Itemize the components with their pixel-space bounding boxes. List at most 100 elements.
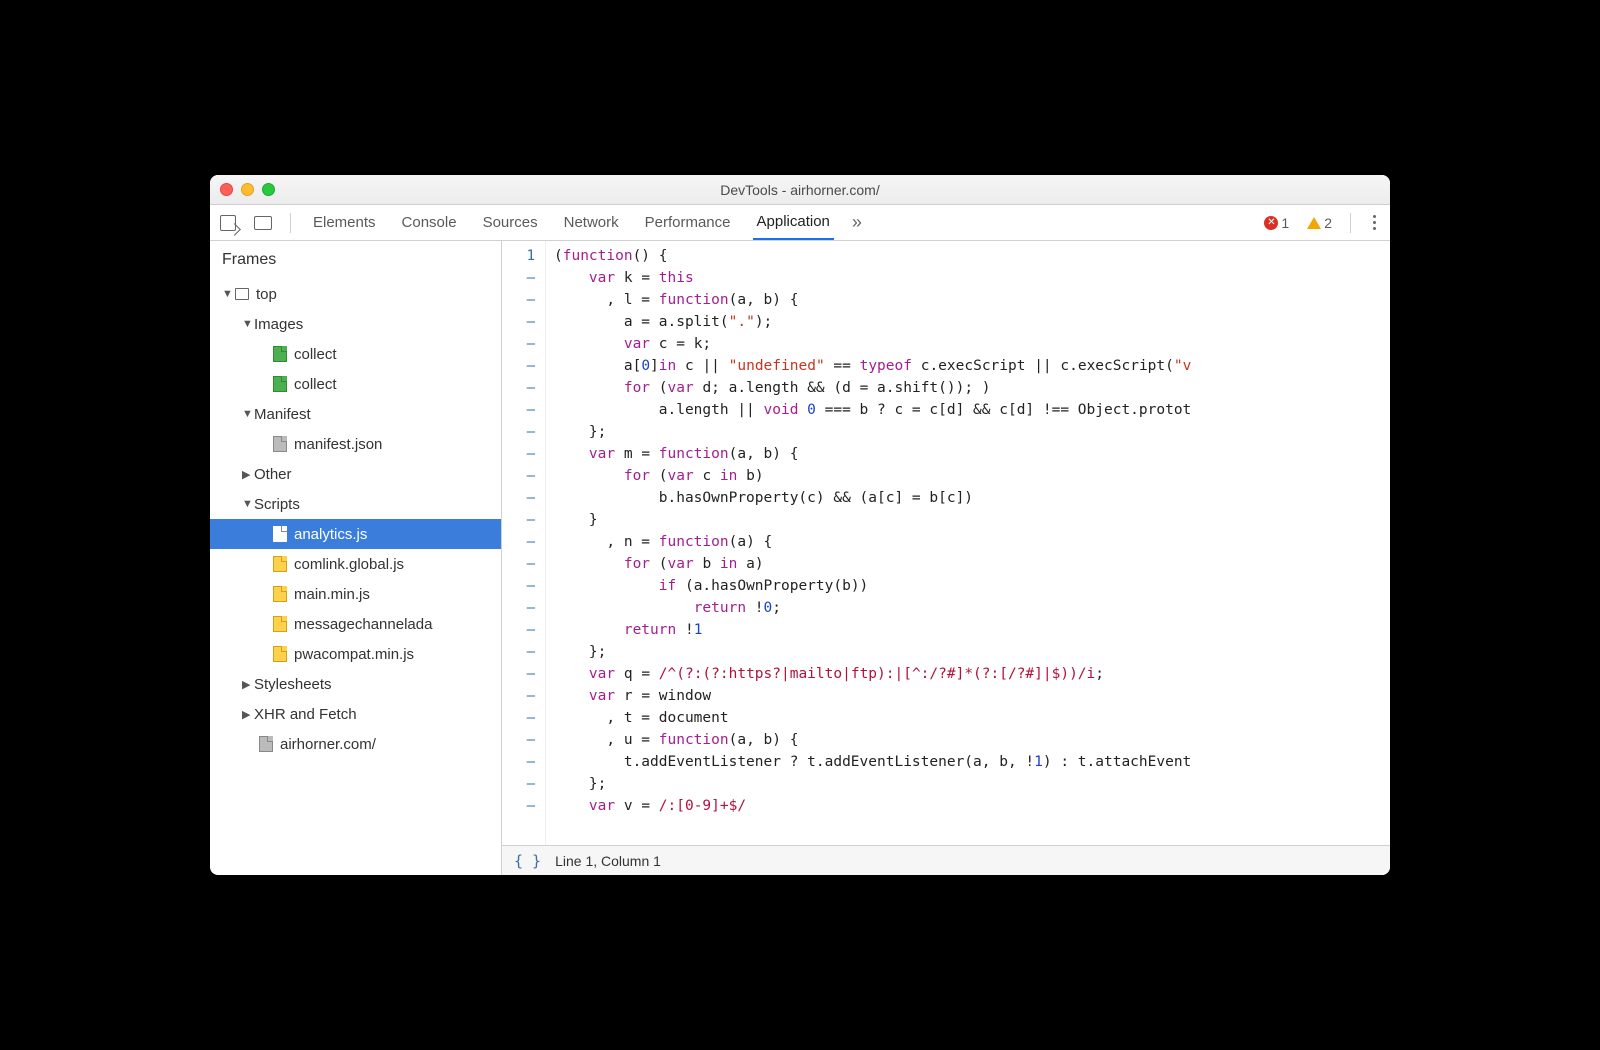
- tree-label: analytics.js: [294, 526, 367, 543]
- fold-indicator[interactable]: –: [502, 465, 541, 487]
- expand-icon: ▼: [242, 408, 252, 420]
- error-count-value: 1: [1281, 215, 1289, 231]
- inspect-element-icon[interactable]: [220, 215, 236, 231]
- toolbar-divider: [290, 213, 291, 233]
- warning-icon: [1307, 217, 1321, 229]
- js-file-icon: [273, 556, 287, 572]
- fold-indicator[interactable]: –: [502, 377, 541, 399]
- tree-file-main-min[interactable]: main.min.js: [210, 579, 501, 609]
- cursor-position: Line 1, Column 1: [555, 853, 661, 869]
- tree-file-messagechannel[interactable]: messagechannelada: [210, 609, 501, 639]
- pretty-print-button[interactable]: { }: [514, 852, 541, 870]
- tree-label: pwacompat.min.js: [294, 646, 414, 663]
- tree-label: Manifest: [254, 406, 311, 423]
- collapse-icon: ▶: [242, 678, 252, 691]
- image-file-icon: [273, 346, 287, 362]
- tree-node-scripts[interactable]: ▼ Scripts: [210, 489, 501, 519]
- line-gutter: 1 – – – – – – – – – – – – – – – –: [502, 241, 546, 845]
- tab-elements[interactable]: Elements: [309, 206, 380, 239]
- tree-node-other[interactable]: ▶ Other: [210, 459, 501, 489]
- tree-label: manifest.json: [294, 436, 382, 453]
- js-file-icon: [273, 616, 287, 632]
- fold-indicator[interactable]: –: [502, 443, 541, 465]
- tree-node-stylesheets[interactable]: ▶ Stylesheets: [210, 669, 501, 699]
- tab-application[interactable]: Application: [753, 205, 834, 240]
- fold-indicator[interactable]: –: [502, 355, 541, 377]
- image-file-icon: [273, 376, 287, 392]
- fold-indicator[interactable]: –: [502, 289, 541, 311]
- error-icon: ✕: [1264, 216, 1278, 230]
- fold-indicator[interactable]: –: [502, 267, 541, 289]
- tree-file-analytics-js[interactable]: analytics.js: [210, 519, 501, 549]
- tree-label: collect: [294, 376, 337, 393]
- collapse-icon: ▶: [242, 468, 252, 481]
- devtools-toolbar: Elements Console Sources Network Perform…: [210, 205, 1390, 241]
- tree-label: comlink.global.js: [294, 556, 404, 573]
- fold-indicator[interactable]: –: [502, 729, 541, 751]
- tree-file-manifest-json[interactable]: manifest.json: [210, 429, 501, 459]
- fold-indicator[interactable]: –: [502, 509, 541, 531]
- tree-file-pwacompat[interactable]: pwacompat.min.js: [210, 639, 501, 669]
- tree-file-collect[interactable]: collect: [210, 369, 501, 399]
- toolbar-divider: [1350, 213, 1351, 233]
- fold-indicator[interactable]: –: [502, 751, 541, 773]
- tab-performance[interactable]: Performance: [641, 206, 735, 239]
- line-number[interactable]: 1: [502, 245, 541, 267]
- tree-label: main.min.js: [294, 586, 370, 603]
- file-icon: [259, 736, 273, 752]
- tree-label: XHR and Fetch: [254, 706, 357, 723]
- warning-count-value: 2: [1324, 215, 1332, 231]
- frames-sidebar: Frames ▼ top ▼ Images collect colle: [210, 241, 502, 875]
- expand-icon: ▼: [222, 288, 232, 300]
- tree-label: messagechannelada: [294, 616, 432, 633]
- fold-indicator[interactable]: –: [502, 663, 541, 685]
- kebab-menu-icon[interactable]: [1369, 215, 1380, 230]
- fold-indicator[interactable]: –: [502, 641, 541, 663]
- device-toolbar-icon[interactable]: [254, 216, 272, 230]
- js-file-icon: [273, 586, 287, 602]
- tree-label: airhorner.com/: [280, 736, 376, 753]
- fold-indicator[interactable]: –: [502, 487, 541, 509]
- tree-file-comlink[interactable]: comlink.global.js: [210, 549, 501, 579]
- js-file-icon: [273, 526, 287, 542]
- fold-indicator[interactable]: –: [502, 421, 541, 443]
- window-title: DevTools - airhorner.com/: [210, 182, 1390, 198]
- tab-network[interactable]: Network: [560, 206, 623, 239]
- tree-node-manifest[interactable]: ▼ Manifest: [210, 399, 501, 429]
- code-scroll[interactable]: 1 – – – – – – – – – – – – – – – –: [502, 241, 1390, 845]
- fold-indicator[interactable]: –: [502, 333, 541, 355]
- fold-indicator[interactable]: –: [502, 575, 541, 597]
- devtools-window: DevTools - airhorner.com/ Elements Conso…: [210, 175, 1390, 875]
- tree-label: Other: [254, 466, 292, 483]
- js-file-icon: [273, 646, 287, 662]
- expand-icon: ▼: [242, 498, 252, 510]
- fold-indicator[interactable]: –: [502, 311, 541, 333]
- tree-node-xhr[interactable]: ▶ XHR and Fetch: [210, 699, 501, 729]
- fold-indicator[interactable]: –: [502, 773, 541, 795]
- error-count[interactable]: ✕ 1: [1264, 215, 1289, 231]
- tab-sources[interactable]: Sources: [479, 206, 542, 239]
- fold-indicator[interactable]: –: [502, 399, 541, 421]
- fold-indicator[interactable]: –: [502, 553, 541, 575]
- tree-label: collect: [294, 346, 337, 363]
- file-icon: [273, 436, 287, 452]
- more-tabs-icon[interactable]: »: [852, 212, 862, 233]
- fold-indicator[interactable]: –: [502, 685, 541, 707]
- fold-indicator[interactable]: –: [502, 795, 541, 817]
- fold-indicator[interactable]: –: [502, 597, 541, 619]
- fold-indicator[interactable]: –: [502, 619, 541, 641]
- main-body: Frames ▼ top ▼ Images collect colle: [210, 241, 1390, 875]
- code-content[interactable]: (function() { var k = this , l = functio…: [546, 241, 1390, 845]
- tree-file-airhorner[interactable]: airhorner.com/: [210, 729, 501, 759]
- tree-file-collect[interactable]: collect: [210, 339, 501, 369]
- frame-icon: [235, 288, 249, 300]
- frames-tree: ▼ top ▼ Images collect collect ▼: [210, 279, 501, 875]
- tree-node-images[interactable]: ▼ Images: [210, 309, 501, 339]
- fold-indicator[interactable]: –: [502, 531, 541, 553]
- tab-console[interactable]: Console: [398, 206, 461, 239]
- warning-count[interactable]: 2: [1307, 215, 1332, 231]
- collapse-icon: ▶: [242, 708, 252, 721]
- fold-indicator[interactable]: –: [502, 707, 541, 729]
- sidebar-header: Frames: [210, 241, 501, 279]
- tree-node-top[interactable]: ▼ top: [210, 279, 501, 309]
